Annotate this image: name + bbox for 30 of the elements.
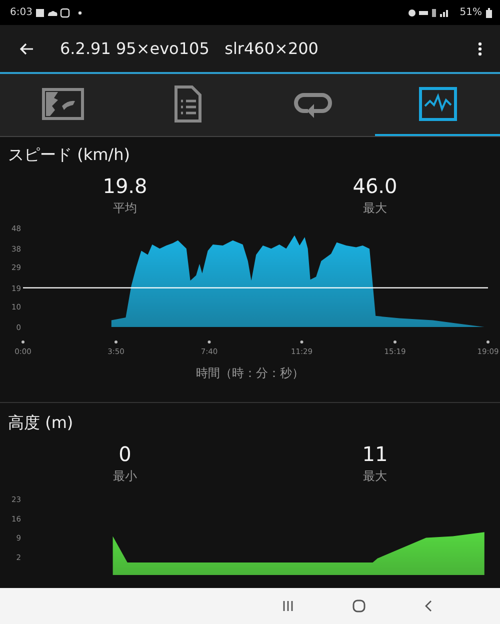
x-tick-mark [22, 340, 24, 344]
x-tick-mark [208, 340, 211, 344]
x-tick-mark [394, 340, 396, 344]
chevron-left-icon[interactable] [424, 600, 432, 612]
stat-label: 最大 [363, 200, 387, 217]
section-title: 高度 (m) [7, 413, 74, 434]
section-title: スピード (km/h) [7, 145, 131, 166]
stat-label: 平均 [113, 200, 137, 217]
stat-value: 11 [362, 442, 388, 466]
rounded-square-icon[interactable] [352, 599, 366, 613]
stat-label: 最小 [113, 468, 137, 485]
stat-value: 19.8 [102, 174, 148, 198]
activity-graph-icon [418, 87, 456, 121]
x-tick-mark [300, 340, 304, 344]
battery-percentage: 51% [460, 7, 482, 18]
x-axis-title: 時間（時：分：秒） [195, 365, 305, 382]
battery-icon [486, 8, 492, 18]
x-tick-mark [486, 340, 490, 344]
activity-title: 6.2.91 95×evo105 slr460×200 [60, 39, 318, 58]
x-tick-mark [114, 340, 118, 344]
document-icon [174, 85, 202, 123]
three-lines-icon[interactable] [282, 600, 294, 612]
back-arrow-icon[interactable] [20, 42, 34, 54]
stat-value: 0 [118, 442, 132, 466]
dot-icon [78, 10, 82, 14]
stat-value: 46.0 [352, 174, 398, 198]
more-vertical-icon[interactable] [478, 42, 482, 56]
stat-label: 最大 [363, 468, 387, 485]
clock: 6:03 [10, 7, 32, 18]
map-icon [42, 88, 84, 120]
